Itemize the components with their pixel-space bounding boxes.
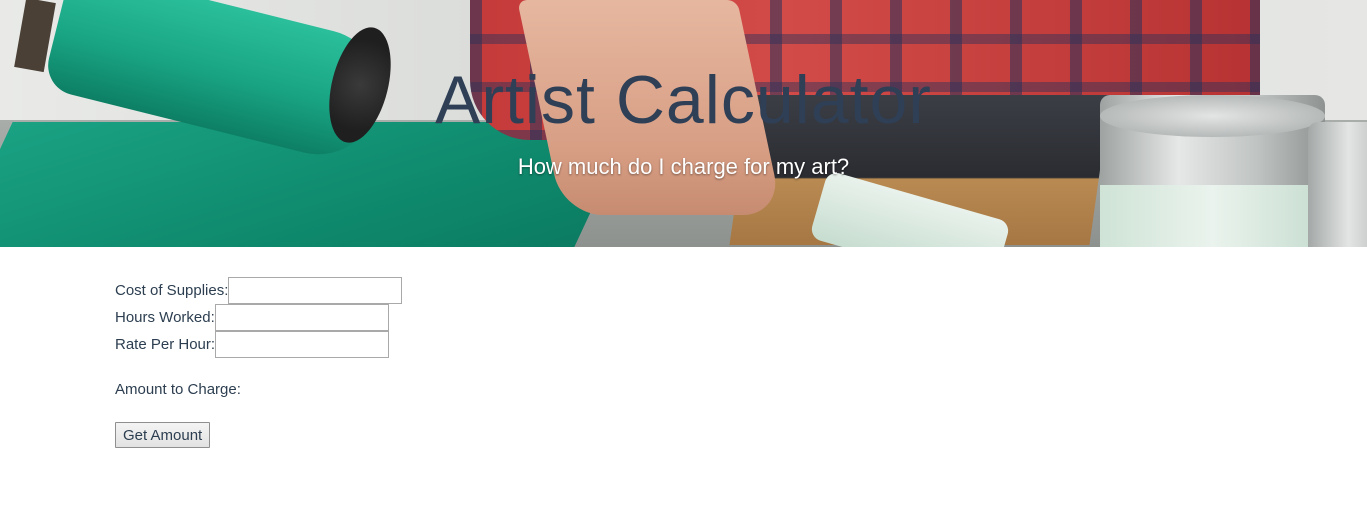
rate-input[interactable] <box>215 331 390 358</box>
supplies-input[interactable] <box>228 277 403 304</box>
hero-banner: Artist Calculator How much do I charge f… <box>0 0 1367 247</box>
hours-label: Hours Worked: <box>115 309 215 326</box>
hours-row: Hours Worked: <box>115 304 402 331</box>
hero-ink-tin-small <box>1308 122 1367 247</box>
rate-row: Rate Per Hour: <box>115 331 402 358</box>
hours-input[interactable] <box>214 304 389 331</box>
page-subtitle: How much do I charge for my art? <box>517 154 850 179</box>
get-amount-button[interactable]: Get Amount <box>115 422 211 448</box>
supplies-label: Cost of Supplies: <box>115 282 229 299</box>
supplies-row: Cost of Supplies: <box>115 277 403 304</box>
calculator-form: Cost of Supplies: Hours Worked: Rate Per… <box>115 277 403 358</box>
amount-label: Amount to Charge: <box>115 381 241 398</box>
page-title: Artist Calculator <box>435 62 932 138</box>
rate-label: Rate Per Hour: <box>115 336 216 353</box>
hero-ink-tin-label <box>1100 185 1325 247</box>
amount-result: Amount to Charge: <box>115 381 241 398</box>
